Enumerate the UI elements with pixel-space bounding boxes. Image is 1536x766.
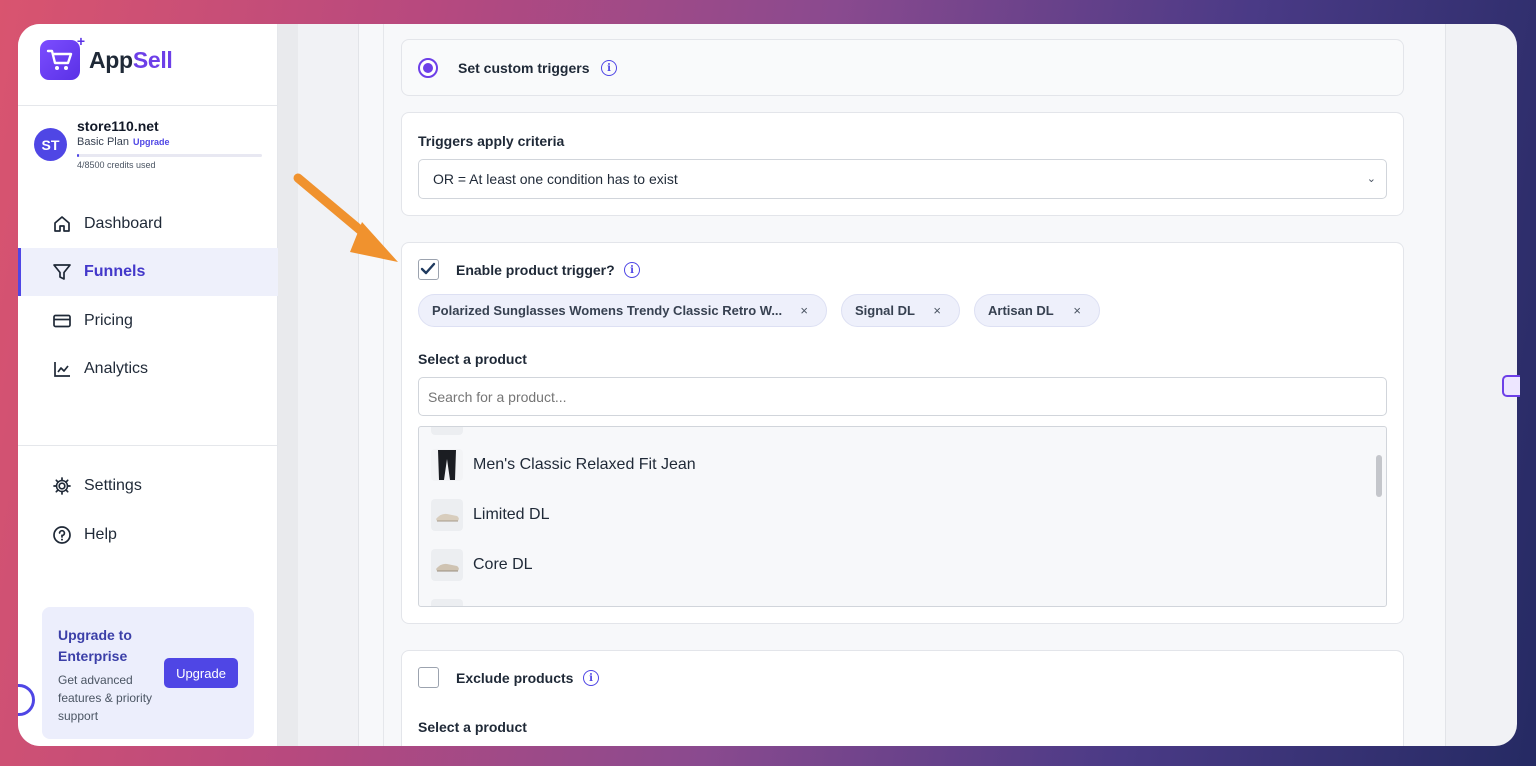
logo[interactable]: + AppSell xyxy=(40,33,173,80)
brand-name: AppSell xyxy=(89,46,173,73)
info-icon[interactable]: i xyxy=(583,670,599,686)
list-item[interactable]: Core DL xyxy=(431,547,533,583)
product-thumbnail xyxy=(431,427,463,435)
nav-analytics[interactable]: Analytics xyxy=(18,345,278,393)
nav-label: Analytics xyxy=(84,360,149,377)
promo-description: Get advanced features & priority support xyxy=(58,673,153,723)
plan-upgrade-link[interactable]: Upgrade xyxy=(133,137,170,147)
chat-widget-button[interactable] xyxy=(18,684,35,716)
nav-label: Dashboard xyxy=(84,215,163,232)
product-search-input[interactable] xyxy=(418,377,1387,416)
list-item[interactable]: Men's Classic Relaxed Fit Jean xyxy=(431,447,696,483)
close-icon[interactable]: × xyxy=(1073,303,1081,318)
selected-product-chip: Polarized Sunglasses Womens Trendy Class… xyxy=(418,294,827,327)
selected-product-chip: Artisan DL × xyxy=(974,294,1100,327)
promo-title: Upgrade to Enterprise xyxy=(58,627,132,664)
criteria-card: Triggers apply criteria OR = At least on… xyxy=(401,112,1404,216)
close-icon[interactable]: × xyxy=(933,303,941,318)
cart-icon: + xyxy=(40,33,85,80)
card-icon xyxy=(52,311,72,331)
product-thumbnail xyxy=(431,499,463,531)
nav-label: Settings xyxy=(84,477,142,494)
info-icon[interactable]: i xyxy=(624,262,640,278)
exclude-products-card: Exclude products i Select a product xyxy=(401,650,1404,746)
nav-funnels[interactable]: Funnels xyxy=(18,248,278,296)
nav-label: Funnels xyxy=(84,263,146,280)
close-icon[interactable]: × xyxy=(800,303,808,318)
criteria-selected-value: OR = At least one condition has to exist xyxy=(433,171,678,187)
product-list[interactable]: Men's Classic Relaxed Fit Jean Limited D… xyxy=(418,426,1387,607)
avatar[interactable]: ST xyxy=(34,128,67,161)
chevron-down-icon: ⌄ xyxy=(1366,173,1376,185)
product-name: Men's Classic Relaxed Fit Jean xyxy=(473,456,696,473)
plan-line: Basic Plan Upgrade xyxy=(77,136,170,148)
product-trigger-checkbox[interactable] xyxy=(418,259,439,280)
product-trigger-card: Enable product trigger? i Polarized Sung… xyxy=(401,242,1404,624)
nav-help[interactable]: Help xyxy=(18,511,278,559)
nav-label: Help xyxy=(84,526,117,543)
credits-progress xyxy=(77,154,262,157)
product-thumbnail xyxy=(431,599,463,606)
product-thumbnail xyxy=(431,549,463,581)
nav-label: Pricing xyxy=(84,312,133,329)
help-icon xyxy=(52,525,72,545)
custom-triggers-label: Set custom triggers xyxy=(458,60,590,76)
upgrade-promo: Upgrade to Enterprise Get advanced featu… xyxy=(42,607,254,739)
divider xyxy=(383,24,384,746)
gear-icon xyxy=(52,476,72,496)
credits-text: 4/8500 credits used xyxy=(77,160,156,170)
plus-icon: + xyxy=(76,33,85,49)
home-icon xyxy=(52,214,72,234)
list-scrollbar[interactable] xyxy=(1376,455,1382,497)
plan-name: Basic Plan xyxy=(77,136,129,148)
product-name: Limited DL xyxy=(473,506,550,523)
chip-label: Signal DL xyxy=(855,303,915,318)
list-item[interactable] xyxy=(431,427,463,437)
chart-icon xyxy=(52,359,72,379)
exclude-products-checkbox[interactable] xyxy=(418,667,439,688)
selected-product-chip: Signal DL × xyxy=(841,294,960,327)
chip-label: Polarized Sunglasses Womens Trendy Class… xyxy=(432,303,783,318)
product-trigger-label: Enable product trigger? xyxy=(456,262,615,278)
divider xyxy=(18,445,278,446)
nav-dashboard[interactable]: Dashboard xyxy=(18,200,278,248)
funnel-icon xyxy=(52,262,72,282)
product-thumbnail xyxy=(431,449,463,481)
main-background xyxy=(278,24,298,746)
divider xyxy=(18,105,278,106)
check-icon xyxy=(420,262,436,275)
select-product-label: Select a product xyxy=(418,719,527,735)
nav-pricing[interactable]: Pricing xyxy=(18,297,278,345)
sidebar: + AppSell ST store110.net Basic Plan Upgr… xyxy=(18,24,278,746)
annotation-arrow-icon xyxy=(293,173,398,262)
side-panel-handle[interactable] xyxy=(1502,375,1520,397)
select-product-label: Select a product xyxy=(418,351,527,367)
product-name: Core DL xyxy=(473,556,533,573)
nav-settings[interactable]: Settings xyxy=(18,462,278,510)
chip-label: Artisan DL xyxy=(988,303,1054,318)
list-item[interactable] xyxy=(431,597,463,606)
info-icon[interactable]: i xyxy=(601,60,617,76)
custom-triggers-card: Set custom triggers i xyxy=(401,39,1404,96)
exclude-products-label: Exclude products xyxy=(456,670,574,686)
credits-progress-fill xyxy=(77,154,79,157)
app-window: + AppSell ST store110.net Basic Plan Upgr… xyxy=(18,24,1517,746)
criteria-label: Triggers apply criteria xyxy=(418,133,565,149)
list-item[interactable]: Limited DL xyxy=(431,497,549,533)
criteria-select[interactable]: OR = At least one condition has to exist… xyxy=(418,159,1387,199)
upgrade-button[interactable]: Upgrade xyxy=(164,658,238,688)
store-name: store110.net xyxy=(77,118,159,134)
custom-triggers-radio[interactable] xyxy=(418,58,438,78)
